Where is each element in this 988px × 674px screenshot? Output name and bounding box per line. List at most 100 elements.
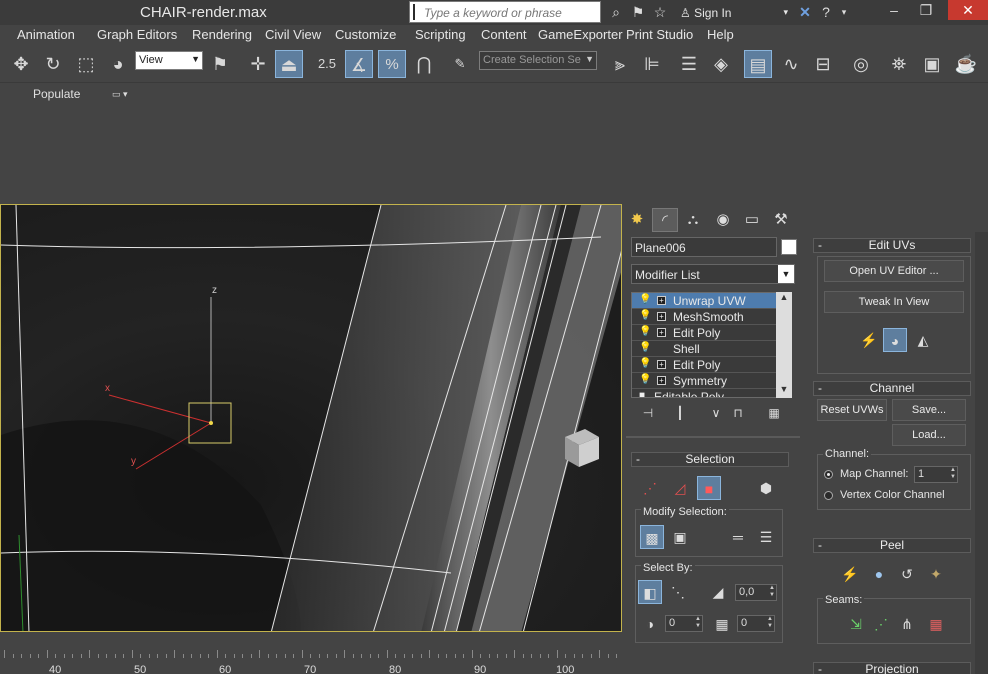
viewcube[interactable]	[561, 425, 601, 469]
curve-editor-icon[interactable]: ∿	[777, 50, 805, 78]
edge-mode-icon[interactable]: ◿	[668, 476, 692, 500]
map-channel-radio[interactable]	[824, 470, 833, 479]
save-button[interactable]: Save...	[892, 399, 966, 421]
tweak-in-view-button[interactable]: Tweak In View	[824, 291, 964, 313]
object-name-field[interactable]: Plane006	[631, 237, 777, 257]
expand-icon[interactable]: +	[657, 328, 666, 337]
tab-hierarchy-icon[interactable]: ⛬	[680, 208, 706, 232]
lightbulb-icon[interactable]: 💡	[639, 326, 651, 337]
projection-rollout-header[interactable]: - Projection	[813, 662, 971, 674]
reset-peel-icon[interactable]: ↺	[895, 562, 919, 586]
stack-item[interactable]: 💡 + Unwrap UVW	[632, 293, 790, 309]
keyboard-shortcut-override-icon[interactable]: ⏏	[275, 50, 303, 78]
edge-sel-to-seams-icon[interactable]: ⋔	[895, 612, 919, 636]
tab-motion-icon[interactable]: ◉	[710, 208, 736, 232]
loop-selection-icon[interactable]: ═	[726, 525, 750, 549]
select-by-element-icon[interactable]: ◧	[638, 580, 662, 604]
perspective-viewport[interactable]: z x y	[0, 204, 622, 632]
expand-icon[interactable]: +	[657, 312, 666, 321]
menu-help[interactable]: Help	[707, 27, 734, 42]
menu-graph-editors[interactable]: Graph Editors	[97, 27, 177, 42]
lightbulb-icon[interactable]: 💡	[639, 342, 651, 353]
edit-uvs-rollout-header[interactable]: - Edit UVs	[813, 238, 971, 253]
stack-item[interactable]: 💡 + MeshSmooth	[632, 309, 790, 325]
reset-uvws-button[interactable]: Reset UVWs	[817, 399, 887, 421]
layer-explorer-icon[interactable]: ◈	[707, 50, 735, 78]
menu-animation[interactable]: Animation	[17, 27, 75, 42]
align-icon[interactable]: ⊫	[638, 50, 666, 78]
pelt-map-icon[interactable]: ●	[867, 562, 891, 586]
smoothing-spinner[interactable]: 0 ▲ ▼	[665, 615, 703, 632]
stack-item[interactable]: 💡 + Symmetry	[632, 373, 790, 389]
selection-rollout-header[interactable]: - Selection	[631, 452, 789, 467]
stack-scrollbar[interactable]: ▲ ▼	[776, 292, 792, 398]
element-mode-icon[interactable]: ⬢	[754, 476, 778, 500]
planar-angle-spinner[interactable]: 0,0 ▲ ▼	[735, 584, 777, 601]
polygon-mode-icon[interactable]: ■	[697, 476, 721, 500]
expand-icon[interactable]: +	[657, 360, 666, 369]
render-setup-icon[interactable]: ⛯	[885, 50, 913, 78]
scroll-down-icon[interactable]: ▼	[776, 384, 792, 398]
peel-rollout-header[interactable]: - Peel	[813, 538, 971, 553]
select-scale-icon[interactable]: ⬚	[72, 50, 100, 78]
tab-create-icon[interactable]: ✸	[624, 208, 650, 232]
mirror-icon[interactable]: ⫸	[606, 50, 634, 78]
lightbulb-icon[interactable]: 💡	[639, 374, 651, 385]
menu-gameexporter[interactable]: GameExporter	[538, 27, 623, 42]
help-dropdown-icon[interactable]: ▾	[836, 4, 852, 20]
expand-icon[interactable]: +	[657, 376, 666, 385]
tab-display-icon[interactable]: ▭	[739, 208, 765, 232]
panel-scrollbar[interactable]	[975, 232, 988, 674]
render-production-icon[interactable]: ☕	[952, 50, 980, 78]
communication-icon[interactable]: ⚑	[630, 4, 646, 20]
align-to-view-icon[interactable]: ◭	[911, 328, 935, 352]
ribbon-minimize-icon[interactable]: ▭ ▾	[112, 89, 136, 99]
menu-rendering[interactable]: Rendering	[192, 27, 252, 42]
select-manipulate-icon[interactable]: ✛	[244, 50, 272, 78]
minimize-button[interactable]: –	[880, 0, 908, 20]
quick-planar-map-icon[interactable]: ⚡	[857, 328, 881, 352]
stack-item[interactable]: ■ Editable Poly	[632, 389, 790, 397]
object-color-swatch[interactable]	[781, 239, 797, 255]
vertex-color-channel-radio[interactable]	[824, 491, 833, 500]
ring-selection-icon[interactable]: ☰	[754, 525, 778, 549]
select-move-icon[interactable]: ✥	[7, 50, 35, 78]
grow-selection-icon[interactable]: ▩	[640, 525, 664, 549]
spinner-snap-icon[interactable]: ⋂	[410, 50, 438, 78]
exchange-icon[interactable]: ✕	[797, 4, 813, 20]
quick-peel-icon[interactable]: ⚡	[838, 562, 862, 586]
percent-snap-icon[interactable]: %	[378, 50, 406, 78]
sign-in-button[interactable]: ♙ Sign In ▾	[680, 3, 790, 23]
expand-icon[interactable]: +	[657, 296, 666, 305]
lightbulb-icon[interactable]: 💡	[639, 358, 651, 369]
edge-seams-pick-icon[interactable]: ⇲	[844, 612, 868, 636]
stack-item[interactable]: 💡 + Edit Poly	[632, 357, 790, 373]
seams-to-edge-sel-icon[interactable]: ▦	[924, 612, 948, 636]
spinner-arrows-icon[interactable]: ▲ ▼	[695, 616, 701, 630]
toggle-ribbon-icon[interactable]: ▤	[744, 50, 772, 78]
material-id-spinner[interactable]: 0 ▲ ▼	[737, 615, 775, 632]
scene-explorer-icon[interactable]: ☰	[675, 50, 703, 78]
snaps-toggle-icon[interactable]: 2.5	[313, 50, 341, 78]
rendered-frame-window-icon[interactable]: ▣	[918, 50, 946, 78]
material-editor-icon[interactable]: ◎	[847, 50, 875, 78]
display-map-icon[interactable]: ◕	[883, 328, 907, 352]
tab-modify-icon[interactable]: ◜	[652, 208, 678, 232]
use-pivot-center-icon[interactable]: ⚑	[206, 50, 234, 78]
vertex-mode-icon[interactable]: ⋰	[638, 476, 662, 500]
binoculars-icon[interactable]: ⌕	[608, 4, 624, 20]
select-rotate-icon[interactable]: ↻	[39, 50, 67, 78]
help-icon[interactable]: ?	[818, 4, 834, 20]
modifier-list-dropdown[interactable]: Modifier List ▼	[631, 264, 795, 284]
menu-content[interactable]: Content	[481, 27, 527, 42]
planar-angle-icon[interactable]: ◢	[706, 580, 730, 604]
named-selection-set-select[interactable]: Create Selection Se ▼	[479, 51, 597, 70]
close-button[interactable]: ✕	[948, 0, 988, 20]
scroll-up-icon[interactable]: ▲	[776, 292, 792, 306]
remove-modifier-icon[interactable]: ⊓	[729, 406, 747, 424]
select-by-material-icon[interactable]: ▦	[710, 612, 734, 636]
stack-item[interactable]: 💡 + Edit Poly	[632, 325, 790, 341]
tab-populate[interactable]: Populate	[33, 87, 80, 101]
select-by-smoothing-icon[interactable]: ◑	[638, 612, 662, 636]
menu-print-studio[interactable]: Print Studio	[626, 27, 693, 42]
